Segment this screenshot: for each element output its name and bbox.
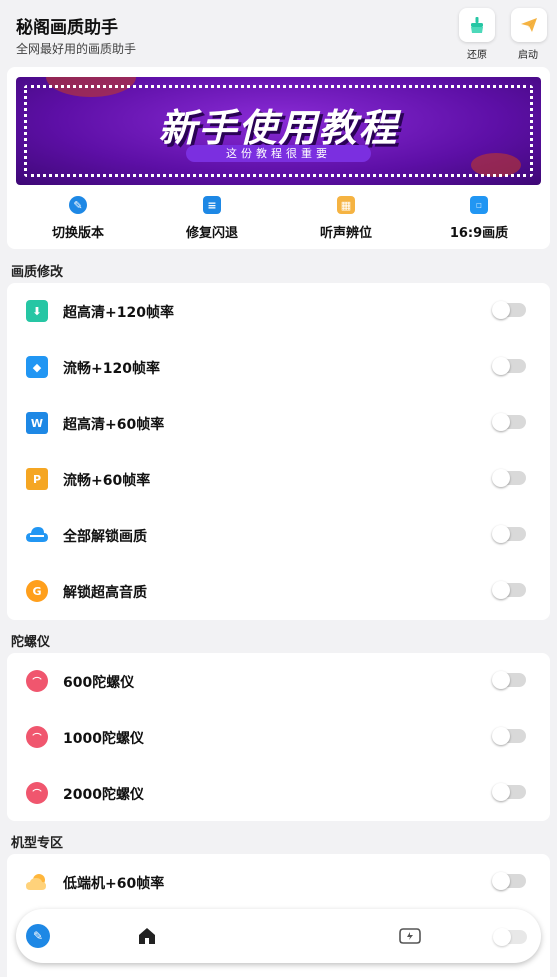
download-icon: ⬇ xyxy=(26,300,48,322)
layers-icon: ≡ xyxy=(203,196,221,214)
package-icon: ▦ xyxy=(337,196,355,214)
screen-icon: □ xyxy=(470,196,488,214)
list-item: ⬇ 超高清+120帧率 xyxy=(7,283,550,339)
word-icon: W xyxy=(26,412,48,434)
home-icon[interactable] xyxy=(135,924,159,948)
restore-label: 还原 xyxy=(467,50,487,61)
broom-icon xyxy=(471,17,483,33)
toggle-switch[interactable] xyxy=(493,928,527,946)
app-subtitle: 全网最好用的画质助手 xyxy=(16,42,137,56)
banner-title: 新手使用教程 xyxy=(158,106,399,150)
list-item: ◆ 流畅+120帧率 xyxy=(7,339,550,395)
gamepad-icon[interactable] xyxy=(398,924,422,948)
pen-icon: ✎ xyxy=(69,196,87,214)
restore-button[interactable] xyxy=(459,8,495,42)
section-title-device: 机型专区 xyxy=(11,836,64,851)
banner-subtitle: 这份教程很重要 xyxy=(186,145,371,162)
tutorial-banner[interactable]: 新手使用教程 这份教程很重要 xyxy=(16,77,541,185)
list-item: 低端机+60帧率 xyxy=(7,854,550,910)
toggle-switch[interactable] xyxy=(492,413,526,431)
gyro-icon: ⌒ xyxy=(26,782,48,804)
list-item: P 流畅+60帧率 xyxy=(7,451,550,507)
aspect-16-9-button[interactable]: □ 16:9画质 xyxy=(419,196,539,241)
toggle-switch[interactable] xyxy=(492,469,526,487)
switch-version-button[interactable]: ✎ 切换版本 xyxy=(18,196,138,241)
app-title: 秘阁画质助手 xyxy=(16,18,118,38)
list-item: ⌒ 1000陀螺仪 xyxy=(7,709,550,765)
toggle-switch[interactable] xyxy=(492,671,526,689)
launch-button[interactable] xyxy=(511,8,547,42)
gyro-icon: ⌒ xyxy=(26,670,48,692)
section-title-gyro: 陀螺仪 xyxy=(11,635,51,650)
section-title-quality: 画质修改 xyxy=(11,265,64,280)
toggle-switch[interactable] xyxy=(492,301,526,319)
quality-card: ⬇ 超高清+120帧率 ◆ 流畅+120帧率 W 超高清+60帧率 P 流畅+6… xyxy=(7,283,550,620)
sound-locate-button[interactable]: ▦ 听声辨位 xyxy=(286,196,406,241)
toggle-switch[interactable] xyxy=(492,727,526,745)
toggle-switch[interactable] xyxy=(492,872,526,890)
cloud-icon xyxy=(26,524,48,546)
p-icon: P xyxy=(26,468,48,490)
list-item: ⌒ 600陀螺仪 xyxy=(7,653,550,709)
sun-cloud-icon xyxy=(26,871,48,893)
gyro-card: ⌒ 600陀螺仪 ⌒ 1000陀螺仪 ⌒ 2000陀螺仪 xyxy=(7,653,550,821)
toggle-switch[interactable] xyxy=(492,357,526,375)
pen-icon[interactable]: ✎ xyxy=(26,924,50,948)
list-item: W 超高清+60帧率 xyxy=(7,395,550,451)
list-item: G 解锁超高音质 xyxy=(7,563,550,619)
gyro-icon: ⌒ xyxy=(26,726,48,748)
g-icon: G xyxy=(26,580,48,602)
toggle-switch[interactable] xyxy=(492,783,526,801)
bottom-nav-bar: ✎ xyxy=(16,909,541,963)
app-header: 秘阁画质助手 全网最好用的画质助手 还原 启动 xyxy=(0,0,557,66)
list-item: 全部解锁画质 xyxy=(7,507,550,563)
fix-crash-button[interactable]: ≡ 修复闪退 xyxy=(152,196,272,241)
layers-icon: ◆ xyxy=(26,356,48,378)
list-item: ⌒ 2000陀螺仪 xyxy=(7,765,550,821)
toggle-switch[interactable] xyxy=(492,581,526,599)
send-icon xyxy=(521,18,537,32)
launch-label: 启动 xyxy=(518,50,538,61)
toggle-switch[interactable] xyxy=(492,525,526,543)
